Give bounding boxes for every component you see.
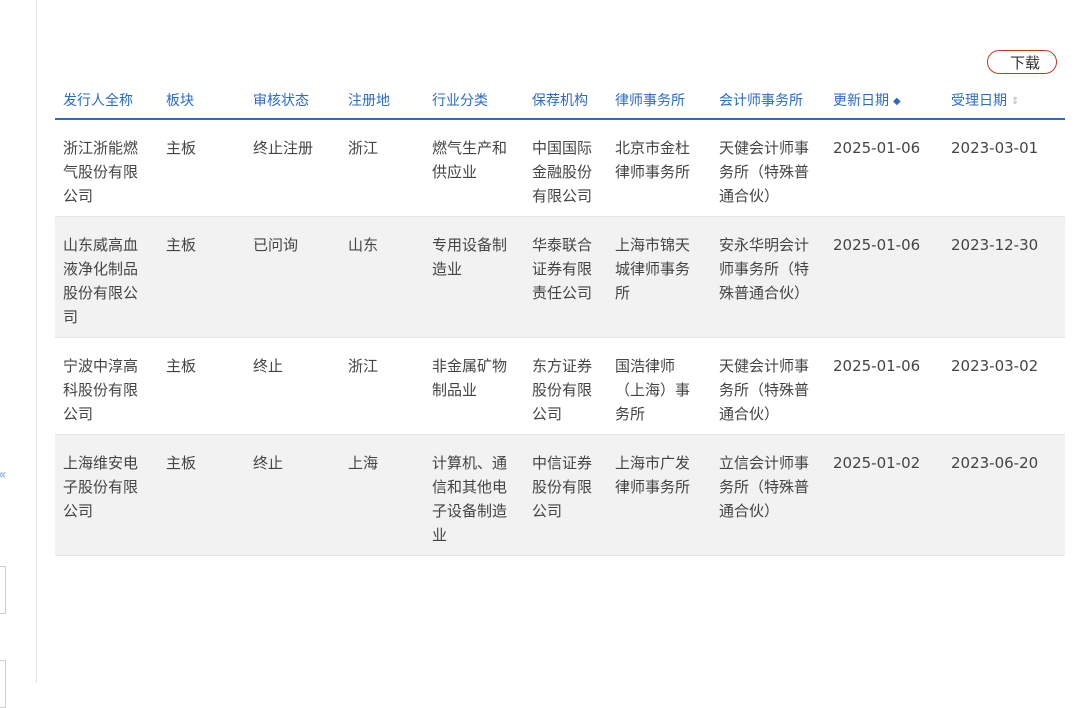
sort-both-icon[interactable]: ⇕: [1011, 96, 1021, 107]
chevron-left-icon[interactable]: «: [0, 468, 12, 482]
col-issuer: 发行人全称: [55, 84, 158, 120]
accepted-cell: 2023-03-01: [943, 119, 1065, 217]
status-cell: 终止: [245, 434, 340, 556]
law-firm-cell: 国浩律师（上海）事务所: [607, 337, 711, 435]
sponsor-cell: 华泰联合证券有限责任公司: [524, 216, 607, 338]
left-input-edge[interactable]: [0, 566, 6, 614]
sponsor-cell: 东方证券股份有限公司: [524, 337, 607, 435]
sponsor-cell: 中国国际金融股份有限公司: [524, 119, 607, 217]
updated-cell: 2025-01-02: [825, 434, 943, 556]
table-row: 浙江浙能燃气股份有限公司 主板 终止注册 浙江 燃气生产和供应业 中国国际金融股…: [55, 119, 1065, 217]
col-status: 审核状态: [245, 84, 340, 120]
board-cell: 主板: [158, 216, 245, 338]
issuer-cell: 山东威高血液净化制品股份有限公司: [55, 216, 158, 338]
status-cell: 终止注册: [245, 119, 340, 217]
download-button[interactable]: 下载: [987, 50, 1057, 74]
law-firm-cell: 北京市金杜律师事务所: [607, 119, 711, 217]
table-header-row: 发行人全称 板块 审核状态 注册地 行业分类 保荐机构 律师事务所 会计师事务所…: [55, 84, 1065, 120]
issuer-cell: 浙江浙能燃气股份有限公司: [55, 119, 158, 217]
col-accepted[interactable]: 受理日期 ⇕: [943, 84, 1065, 120]
industry-cell: 计算机、通信和其他电子设备制造业: [424, 434, 524, 556]
status-cell: 已问询: [245, 216, 340, 338]
status-cell: 终止: [245, 337, 340, 435]
updated-cell: 2025-01-06: [825, 216, 943, 338]
issuer-cell: 宁波中淳高科股份有限公司: [55, 337, 158, 435]
col-board: 板块: [158, 84, 245, 120]
issuer-cell: 上海维安电子股份有限公司: [55, 434, 158, 556]
accepted-cell: 2023-12-30: [943, 216, 1065, 338]
updated-cell: 2025-01-06: [825, 119, 943, 217]
sponsor-cell: 中信证券股份有限公司: [524, 434, 607, 556]
region-cell: 山东: [340, 216, 424, 338]
accepted-cell: 2023-06-20: [943, 434, 1065, 556]
law-firm-cell: 上海市锦天城律师事务所: [607, 216, 711, 338]
col-sponsor: 保荐机构: [524, 84, 607, 120]
left-input-edge[interactable]: [0, 660, 6, 708]
col-industry: 行业分类: [424, 84, 524, 120]
col-region: 注册地: [340, 84, 424, 120]
industry-cell: 专用设备制造业: [424, 216, 524, 338]
industry-cell: 非金属矿物制品业: [424, 337, 524, 435]
board-cell: 主板: [158, 119, 245, 217]
table-row: 山东威高血液净化制品股份有限公司 主板 已问询 山东 专用设备制造业 华泰联合证…: [55, 216, 1065, 338]
sort-desc-icon[interactable]: ◆: [893, 96, 903, 107]
accounting-firm-cell: 天健会计师事务所（特殊普通合伙）: [711, 337, 825, 435]
col-accounting-firm: 会计师事务所: [711, 84, 825, 120]
accounting-firm-cell: 立信会计师事务所（特殊普通合伙）: [711, 434, 825, 556]
table-row: 上海维安电子股份有限公司 主板 终止 上海 计算机、通信和其他电子设备制造业 中…: [55, 434, 1065, 556]
left-panel-edge: «: [0, 0, 37, 708]
industry-cell: 燃气生产和供应业: [424, 119, 524, 217]
region-cell: 上海: [340, 434, 424, 556]
region-cell: 浙江: [340, 119, 424, 217]
law-firm-cell: 上海市广发律师事务所: [607, 434, 711, 556]
board-cell: 主板: [158, 337, 245, 435]
board-cell: 主板: [158, 434, 245, 556]
accepted-cell: 2023-03-02: [943, 337, 1065, 435]
results-table: 发行人全称 板块 审核状态 注册地 行业分类 保荐机构 律师事务所 会计师事务所…: [55, 84, 1080, 556]
accounting-firm-cell: 安永华明会计师事务所（特殊普通合伙）: [711, 216, 825, 338]
col-law-firm: 律师事务所: [607, 84, 711, 120]
region-cell: 浙江: [340, 337, 424, 435]
accounting-firm-cell: 天健会计师事务所（特殊普通合伙）: [711, 119, 825, 217]
updated-cell: 2025-01-06: [825, 337, 943, 435]
col-updated[interactable]: 更新日期 ◆: [825, 84, 943, 120]
table-row: 宁波中淳高科股份有限公司 主板 终止 浙江 非金属矿物制品业 东方证券股份有限公…: [55, 337, 1065, 435]
